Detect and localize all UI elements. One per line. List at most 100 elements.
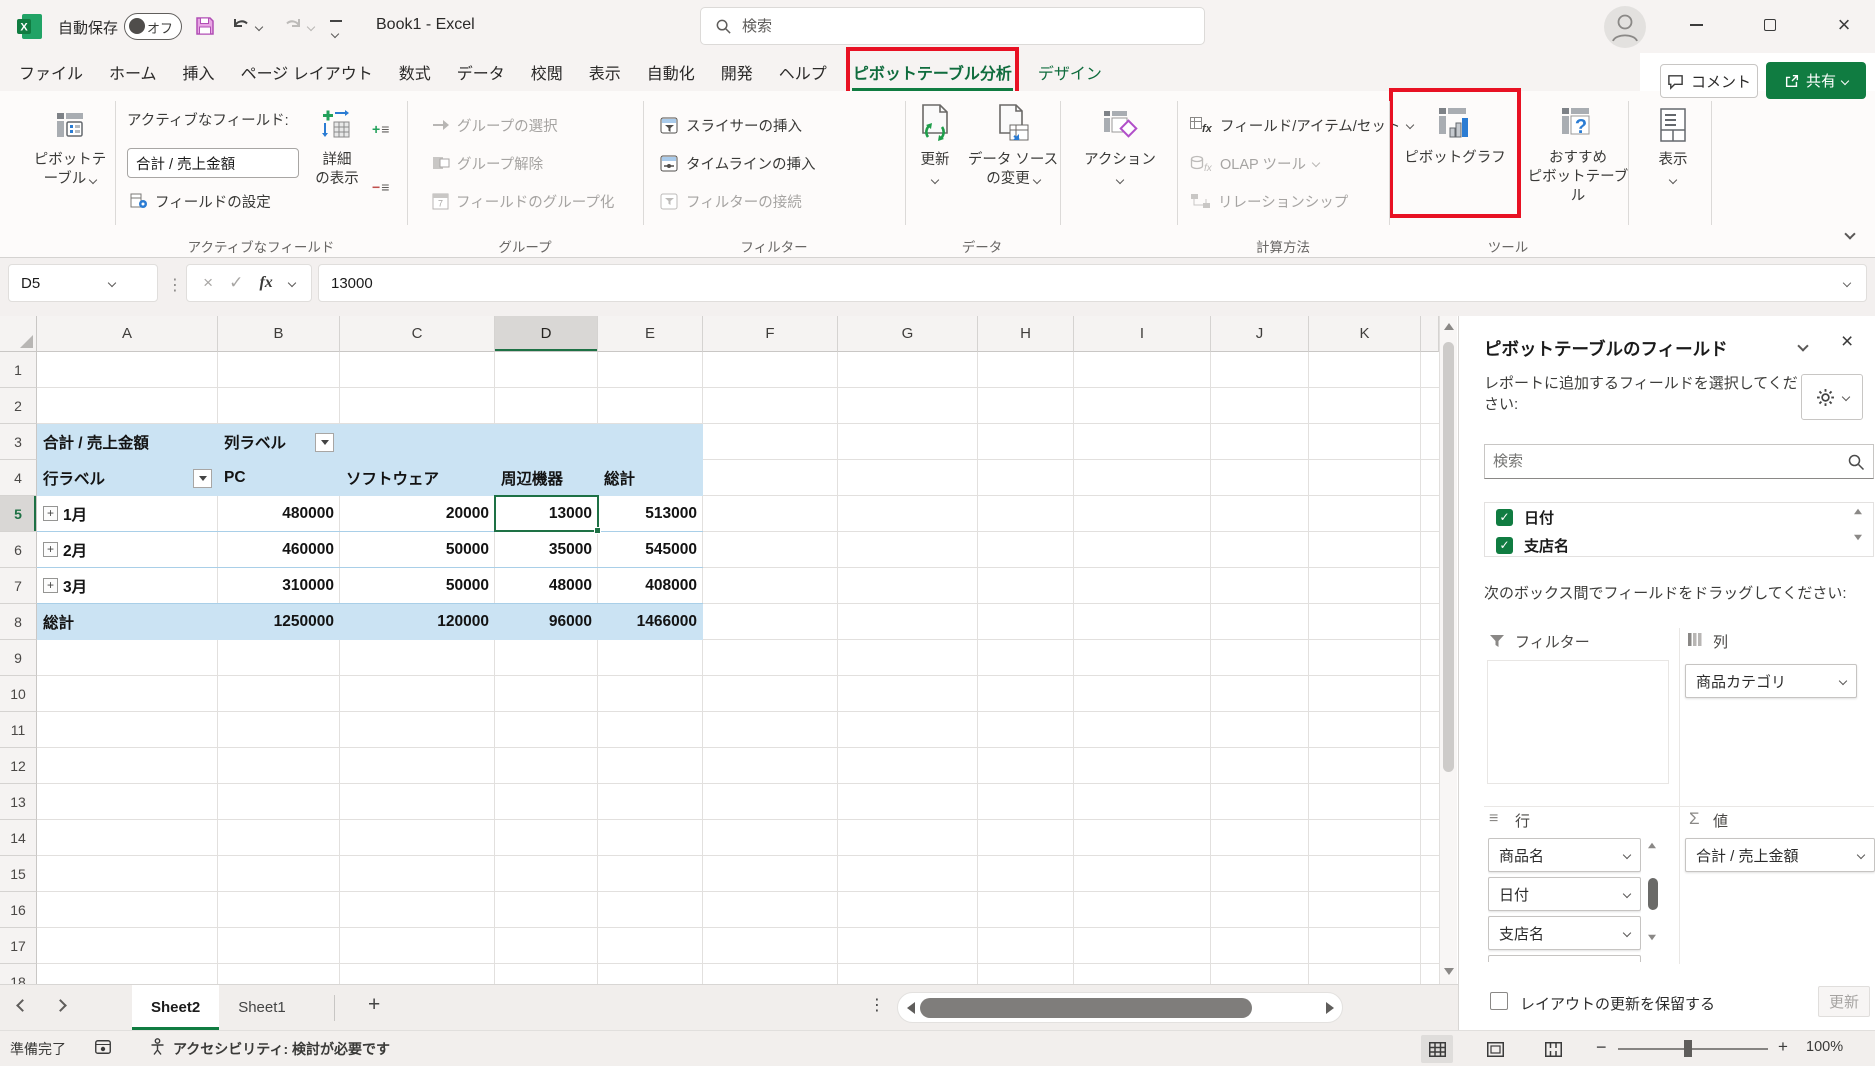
ribbon-tab-自動化[interactable]: 自動化 <box>646 53 696 91</box>
column-header-B[interactable]: B <box>218 316 340 352</box>
row-header-15[interactable]: 15 <box>0 856 37 892</box>
zoom-out-button[interactable]: − <box>1596 1037 1607 1058</box>
row-header-13[interactable]: 13 <box>0 784 37 820</box>
horizontal-scrollbar[interactable] <box>897 992 1343 1023</box>
pivot-value-cell[interactable]: 310000 <box>218 568 340 604</box>
ribbon-tab-ピボットテーブル分析[interactable]: ピボットテーブル分析 <box>852 53 1013 91</box>
macro-record-icon[interactable] <box>95 1040 111 1057</box>
add-sheet-button[interactable]: + <box>368 993 380 1017</box>
comments-button[interactable]: コメント <box>1660 64 1758 98</box>
ribbon-tab-数式[interactable]: 数式 <box>398 53 432 91</box>
rows-area-item-日付[interactable]: 日付 <box>1488 877 1641 911</box>
row-header-7[interactable]: 7 <box>0 568 37 604</box>
field-search-box[interactable] <box>1484 444 1874 479</box>
pivot-value-cell[interactable]: 48000 <box>495 568 598 604</box>
column-header-J[interactable]: J <box>1211 316 1309 352</box>
row-header-3[interactable]: 3 <box>0 424 37 460</box>
ribbon-tab-校閲[interactable]: 校閲 <box>530 53 564 91</box>
row-header-4[interactable]: 4 <box>0 460 37 496</box>
row-header-5[interactable]: 5 <box>0 496 37 532</box>
column-labels-filter-button[interactable] <box>315 433 334 452</box>
row-header-16[interactable]: 16 <box>0 892 37 928</box>
row-header-18[interactable]: 18 <box>0 964 37 984</box>
pivot-value-cell[interactable]: 50000 <box>340 532 495 568</box>
drag-handle-icon[interactable]: ⋮ <box>167 275 183 295</box>
chevron-down-icon[interactable] <box>288 279 296 287</box>
insert-function-icon[interactable]: fx <box>259 274 272 292</box>
pivot-column-header[interactable]: 周辺機器 <box>495 460 598 496</box>
ribbon-tab-ヘルプ[interactable]: ヘルプ <box>778 53 828 91</box>
row-header-2[interactable]: 2 <box>0 388 37 424</box>
fields-items-sets-button[interactable]: fx フィールド/アイテム/セット <box>1190 112 1413 138</box>
row-header-14[interactable]: 14 <box>0 820 37 856</box>
pivot-column-header[interactable]: PC <box>218 460 340 496</box>
zoom-slider-track[interactable] <box>1618 1048 1768 1050</box>
scroll-down-icon[interactable] <box>1444 968 1454 975</box>
pivotchart-button[interactable]: ピボットグラフ <box>1398 97 1512 209</box>
sheet-tab-Sheet1[interactable]: Sheet1 <box>219 985 305 1030</box>
pivot-value-cell[interactable]: 408000 <box>598 568 703 604</box>
fill-handle[interactable] <box>594 527 601 534</box>
pivot-value-cell[interactable]: 50000 <box>340 568 495 604</box>
row-header-12[interactable]: 12 <box>0 748 37 784</box>
zoom-slider-thumb[interactable] <box>1684 1040 1692 1057</box>
pivot-total-label[interactable]: 総計 <box>37 604 218 640</box>
pivottable-button[interactable]: ピボットテーブル <box>26 99 114 189</box>
values-drop-area[interactable]: 合計 / 売上金額 <box>1685 838 1875 877</box>
pivot-column-header[interactable]: ソフトウェア <box>340 460 495 496</box>
vertical-scrollbar-thumb[interactable] <box>1443 342 1454 772</box>
columns-drop-area[interactable]: 商品カテゴリ <box>1685 664 1857 703</box>
row-header-11[interactable]: 11 <box>0 712 37 748</box>
ribbon-tab-ページ レイアウト[interactable]: ページ レイアウト <box>240 53 374 91</box>
refresh-button[interactable]: 更新 <box>908 99 962 189</box>
active-field-input[interactable] <box>127 148 299 178</box>
cells-area[interactable]: 合計 / 売上金額列ラベル行ラベルPCソフトウェア周辺機器総計+1月480000… <box>37 352 1439 984</box>
show-button[interactable]: 表示 <box>1640 99 1706 189</box>
chevron-down-icon[interactable] <box>108 279 116 287</box>
collapse-ribbon-icon[interactable] <box>1844 228 1855 239</box>
next-sheet-icon[interactable] <box>54 999 67 1012</box>
field-list-scroll-up-icon[interactable] <box>1854 509 1862 515</box>
normal-view-button[interactable] <box>1421 1035 1453 1063</box>
column-header-D[interactable]: D <box>495 316 598 352</box>
field-search-input[interactable] <box>1493 453 1847 470</box>
rows-drop-area[interactable]: 商品名日付支店名 <box>1488 838 1641 962</box>
row-header-8[interactable]: 8 <box>0 604 37 640</box>
checkbox-checked-icon[interactable]: ✓ <box>1496 537 1513 554</box>
ribbon-tab-挿入[interactable]: 挿入 <box>182 53 216 91</box>
pivot-column-labels-cell[interactable]: 列ラベル <box>218 424 340 460</box>
expand-button[interactable]: + <box>43 578 58 593</box>
autosave-toggle[interactable]: オフ <box>124 13 182 40</box>
field-list-item-日付[interactable]: ✓日付 <box>1485 503 1873 531</box>
row-header-10[interactable]: 10 <box>0 676 37 712</box>
page-layout-view-button[interactable] <box>1479 1035 1511 1063</box>
avatar[interactable] <box>1604 6 1646 53</box>
collapse-field-button[interactable]: −≡ <box>372 179 390 195</box>
scrollbar-options-icon[interactable]: ⋮ <box>869 995 885 1015</box>
ribbon-tab-デザイン[interactable]: デザイン <box>1037 53 1103 91</box>
ribbon-tab-データ[interactable]: データ <box>456 53 506 91</box>
undo-button[interactable] <box>230 15 252 42</box>
pivot-value-cell[interactable]: 20000 <box>340 496 495 532</box>
pivot-total-value[interactable]: 120000 <box>340 604 495 640</box>
column-header-K[interactable]: K <box>1309 316 1421 352</box>
accessibility-status[interactable]: アクセシビリティ: 検討が必要です <box>173 1039 390 1059</box>
pane-close-icon[interactable]: × <box>1841 330 1853 354</box>
rows-area-item-支店名[interactable]: 支店名 <box>1488 916 1641 950</box>
column-header-H[interactable]: H <box>978 316 1074 352</box>
prev-sheet-icon[interactable] <box>16 999 29 1012</box>
pivot-row-label[interactable]: +1月 <box>37 496 218 532</box>
insert-slicer-button[interactable]: スライサーの挿入 <box>660 112 802 138</box>
share-button[interactable]: 共有 <box>1766 62 1866 99</box>
select-all-corner[interactable] <box>0 316 37 352</box>
checkbox-checked-icon[interactable]: ✓ <box>1496 509 1513 526</box>
rows-scroll-up-icon[interactable] <box>1648 843 1656 849</box>
expand-button[interactable]: + <box>43 542 58 557</box>
page-break-view-button[interactable] <box>1537 1035 1569 1063</box>
defer-layout-checkbox[interactable] <box>1490 992 1508 1010</box>
row-header-17[interactable]: 17 <box>0 928 37 964</box>
pivot-total-value[interactable]: 96000 <box>495 604 598 640</box>
row-header-6[interactable]: 6 <box>0 532 37 568</box>
pivot-values-title-cell[interactable]: 合計 / 売上金額 <box>37 424 218 460</box>
ribbon-tab-開発[interactable]: 開発 <box>720 53 754 91</box>
